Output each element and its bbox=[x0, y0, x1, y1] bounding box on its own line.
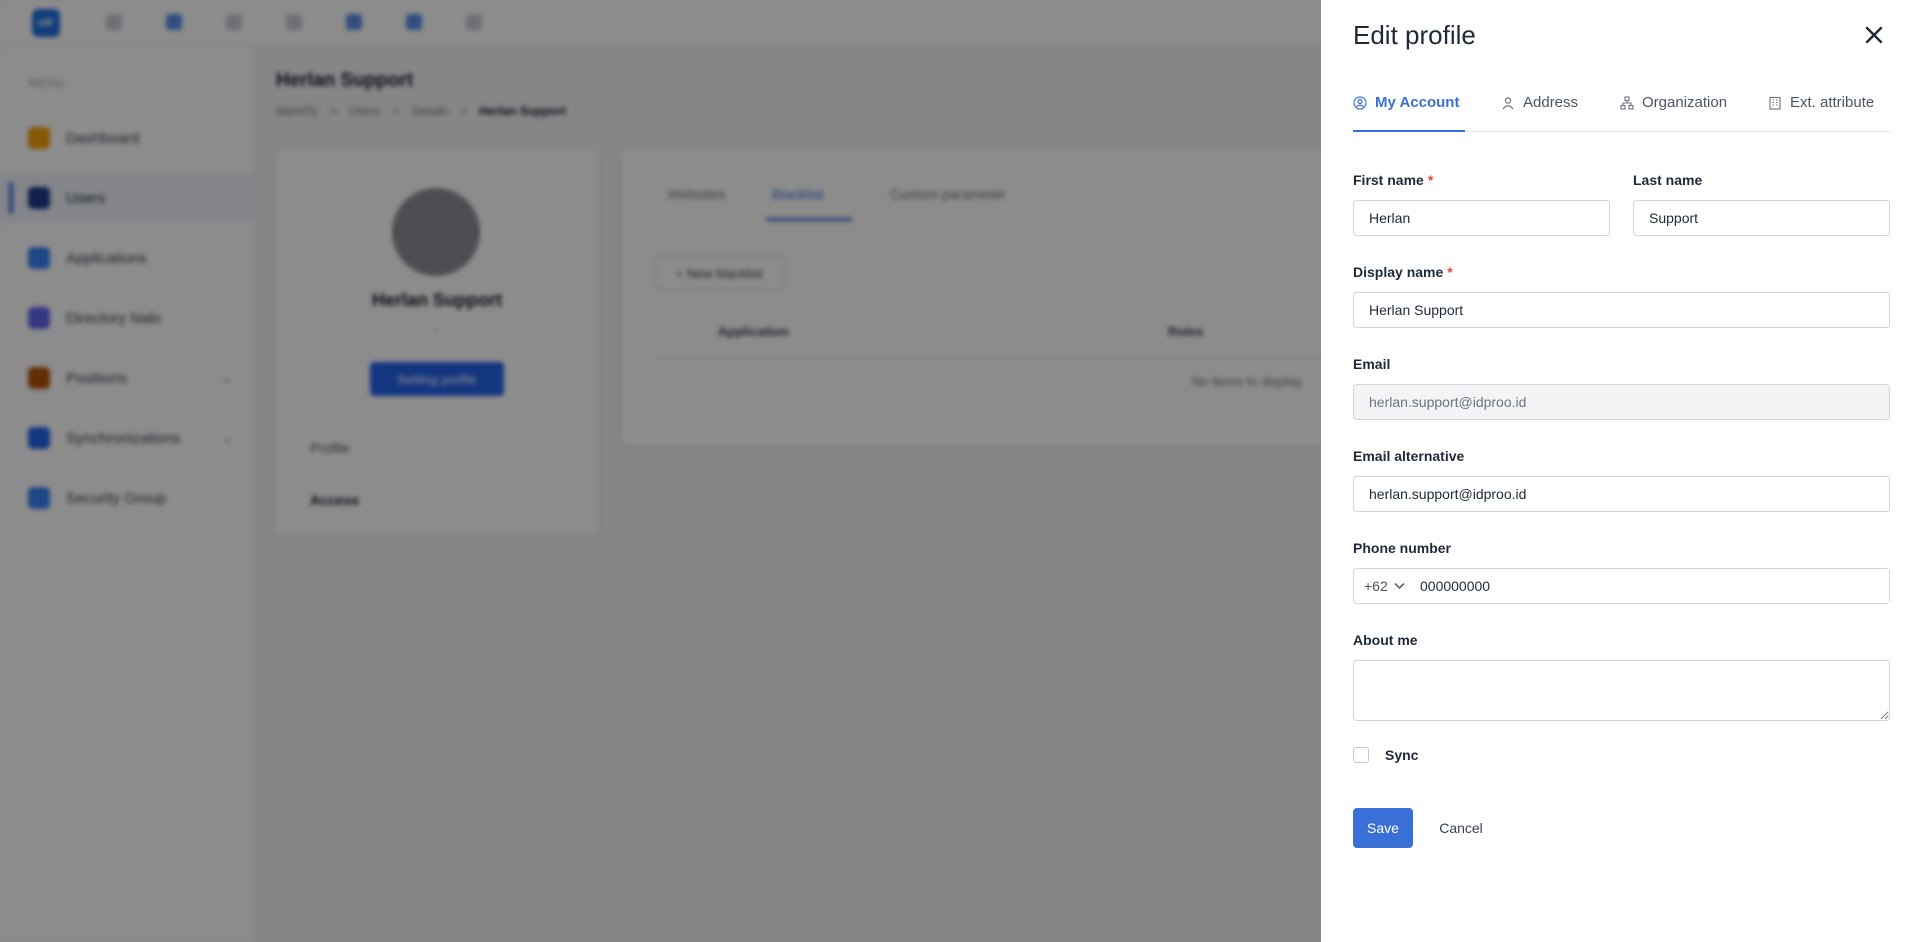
tab-ext-attribute[interactable]: Ext. attribute bbox=[1768, 94, 1874, 132]
building-icon bbox=[1769, 96, 1781, 110]
country-code-value: +62 bbox=[1364, 578, 1388, 594]
about-me-label: About me bbox=[1353, 632, 1418, 648]
last-name-field[interactable] bbox=[1633, 200, 1890, 236]
save-button[interactable]: Save bbox=[1353, 808, 1413, 848]
email-field bbox=[1353, 384, 1890, 420]
tab-organization[interactable]: Organization bbox=[1620, 94, 1727, 132]
cancel-button[interactable]: Cancel bbox=[1426, 808, 1496, 848]
user-circle-icon bbox=[1353, 96, 1367, 110]
tab-address[interactable]: Address bbox=[1501, 94, 1578, 132]
tab-my-account[interactable]: My Account bbox=[1353, 94, 1465, 132]
drawer-tabs: My Account Address Organization Ext. att… bbox=[1353, 90, 1891, 132]
phone-number-label: Phone number bbox=[1353, 540, 1452, 556]
phone-number-input: +62 bbox=[1353, 568, 1890, 604]
email-label: Email bbox=[1353, 356, 1391, 372]
last-name-label: Last name bbox=[1633, 172, 1703, 188]
email-alternative-field[interactable] bbox=[1353, 476, 1890, 512]
first-name-field[interactable] bbox=[1353, 200, 1610, 236]
sync-row: Sync bbox=[1353, 747, 1418, 763]
org-chart-icon bbox=[1620, 96, 1634, 110]
first-name-label: First name * bbox=[1353, 172, 1434, 188]
email-alternative-label: Email alternative bbox=[1353, 448, 1465, 464]
display-name-field[interactable] bbox=[1353, 292, 1890, 328]
tab-label: My Account bbox=[1375, 94, 1460, 111]
sync-checkbox[interactable] bbox=[1353, 747, 1369, 763]
about-me-field[interactable] bbox=[1353, 660, 1890, 721]
close-icon[interactable] bbox=[1861, 22, 1887, 48]
tab-label: Address bbox=[1523, 94, 1579, 111]
required-mark: * bbox=[1447, 264, 1453, 280]
sync-label: Sync bbox=[1385, 747, 1419, 763]
tab-label: Ext. attribute bbox=[1790, 94, 1875, 111]
display-name-label: Display name * bbox=[1353, 264, 1453, 280]
tab-label: Organization bbox=[1642, 94, 1728, 111]
phone-number-field[interactable] bbox=[1420, 569, 1889, 603]
person-icon bbox=[1502, 97, 1514, 110]
edit-profile-drawer: Edit profile My Account Address Organiza… bbox=[1321, 0, 1919, 942]
drawer-title: Edit profile bbox=[1353, 20, 1476, 50]
chevron-down-icon bbox=[1394, 582, 1405, 590]
country-code-select[interactable]: +62 bbox=[1354, 569, 1420, 603]
required-mark: * bbox=[1427, 172, 1434, 188]
